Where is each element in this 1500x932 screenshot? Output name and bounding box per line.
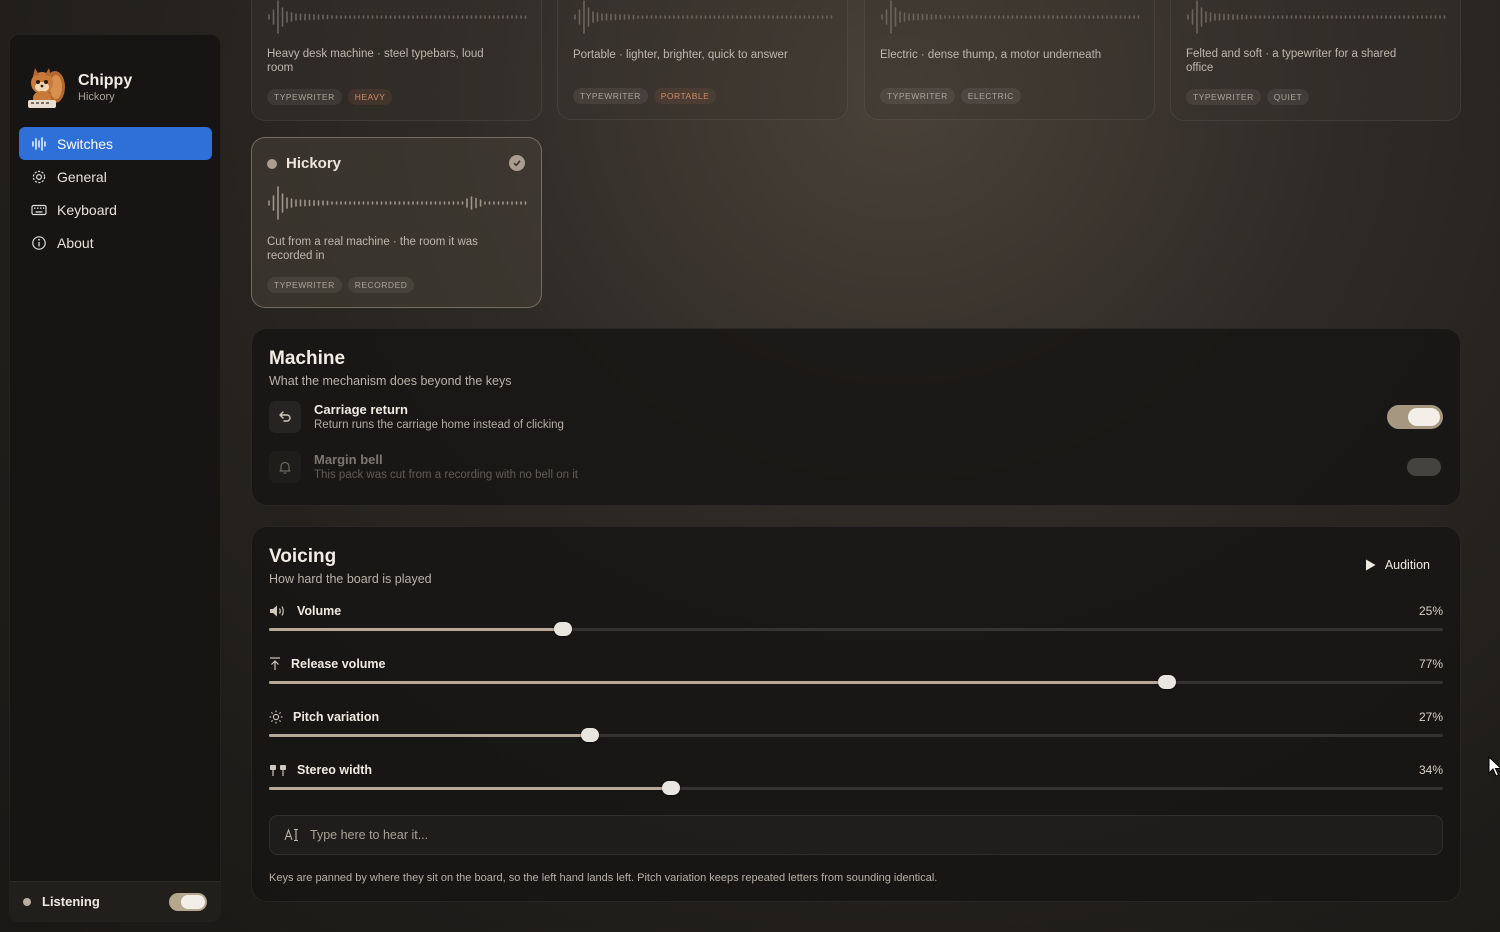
- option-title: Carriage return: [314, 402, 408, 417]
- sidebar-item-label: About: [57, 234, 94, 251]
- slider-label: Volume: [297, 604, 342, 618]
- section-subtitle: What the mechanism does beyond the keys: [269, 374, 512, 388]
- voicing-footnote: Keys are panned by where they sit on the…: [269, 872, 938, 884]
- gear-icon: [32, 170, 46, 183]
- volume-slider[interactable]: [269, 622, 1443, 636]
- pack-tag: HEAVY: [347, 89, 393, 105]
- app-name: Chippy: [78, 72, 133, 89]
- margin-bell-option: Margin bell This pack was cut from a rec…: [269, 450, 1443, 484]
- pack-color-dot: [267, 158, 277, 169]
- machine-panel: Machine What the mechanism does beyond t…: [251, 328, 1461, 506]
- carriage-return-option: Carriage return Return runs the carriage…: [269, 400, 1443, 434]
- slider-label: Stereo width: [297, 763, 373, 777]
- release-volume-slider-row: Release volume 77%: [269, 657, 1443, 697]
- audition-button[interactable]: Audition: [1365, 558, 1430, 572]
- sidebar-item-label: General: [57, 168, 107, 185]
- audition-label: Audition: [1384, 558, 1430, 572]
- brand: Chippy Hickory: [26, 67, 132, 109]
- type-test-field[interactable]: [269, 815, 1443, 855]
- pack-tag: TYPEWRITER: [573, 88, 648, 104]
- text-cursor-icon: [284, 828, 298, 842]
- waveform-preview: [574, 0, 833, 34]
- margin-bell-toggle[interactable]: [1405, 455, 1443, 479]
- type-test-input[interactable]: [310, 828, 1310, 842]
- bell-icon: [269, 451, 301, 483]
- pack-name: Hickory: [286, 155, 342, 172]
- pack-tag: TYPEWRITER: [267, 277, 342, 293]
- pack-description: Felted and soft · a typewriter for a sha…: [1186, 48, 1397, 74]
- pack-tag: PORTABLE: [653, 88, 717, 104]
- return-arrow-icon: [269, 401, 301, 433]
- pack-card[interactable]: Heavy desk machine · steel typebars, lou…: [251, 0, 542, 121]
- arrow-up-to-line-icon: [270, 657, 280, 670]
- option-description: Return runs the carriage home instead of…: [314, 419, 564, 431]
- waveform-preview: [881, 0, 1140, 34]
- pack-card[interactable]: Felted and soft · a typewriter for a sha…: [1170, 0, 1461, 121]
- current-pack-name: Hickory: [78, 91, 115, 103]
- keyboard-icon: [31, 204, 47, 215]
- pack-description: Portable · lighter, brighter, quick to a…: [573, 49, 788, 61]
- section-title: Voicing: [269, 546, 337, 567]
- sidebar-nav: Switches General Keyboard About: [19, 127, 212, 259]
- pack-description: Cut from a real machine · the room it wa…: [267, 236, 478, 262]
- sidebar-item-label: Switches: [57, 135, 114, 152]
- sidebar-item-label: Keyboard: [57, 201, 117, 218]
- pack-tag: RECORDED: [347, 277, 415, 293]
- pack-description: Heavy desk machine · steel typebars, lou…: [267, 48, 484, 74]
- pitch-variation-slider-row: Pitch variation 27%: [269, 710, 1443, 750]
- pack-description: Electric · dense thump, a motor undernea…: [880, 49, 1102, 61]
- stereo-width-slider-row: Stereo width 34%: [269, 763, 1443, 803]
- slider-value: 77%: [1418, 657, 1443, 671]
- listening-bar: Listening: [10, 881, 220, 921]
- sidebar: Chippy Hickory Switches General Keyboard…: [9, 34, 221, 922]
- pack-tag: TYPEWRITER: [880, 88, 955, 104]
- slider-label: Release volume: [291, 657, 386, 671]
- release-volume-slider[interactable]: [269, 675, 1443, 689]
- waveform-preview: [268, 0, 527, 34]
- listening-label: Listening: [42, 894, 100, 909]
- pack-card-hickory[interactable]: Hickory Cut from a real machine · the ro…: [251, 137, 542, 308]
- pack-tag: TYPEWRITER: [1186, 89, 1261, 105]
- listening-toggle[interactable]: [169, 892, 207, 911]
- info-icon: [32, 235, 46, 250]
- stereo-width-slider[interactable]: [269, 781, 1443, 795]
- play-icon: [1365, 559, 1376, 571]
- option-description: This pack was cut from a recording with …: [314, 469, 578, 481]
- pack-card[interactable]: Portable · lighter, brighter, quick to a…: [557, 0, 848, 120]
- slider-thumb[interactable]: [1158, 675, 1177, 689]
- pack-tag: QUIET: [1266, 89, 1310, 105]
- slider-value: 34%: [1418, 763, 1443, 777]
- slider-value: 25%: [1418, 604, 1443, 618]
- sun-icon: [269, 710, 283, 724]
- carriage-return-toggle[interactable]: [1387, 405, 1443, 429]
- pack-card[interactable]: Electric · dense thump, a motor undernea…: [864, 0, 1155, 120]
- waveform-icon: [32, 136, 46, 151]
- pitch-variation-slider[interactable]: [269, 728, 1443, 742]
- listening-status-dot: [23, 897, 31, 906]
- sidebar-item-general[interactable]: General: [19, 160, 212, 193]
- sidebar-item-about[interactable]: About: [19, 226, 212, 259]
- waveform-preview: [1187, 0, 1446, 34]
- selected-check-icon: [509, 155, 525, 171]
- sidebar-item-switches[interactable]: Switches: [19, 127, 212, 160]
- option-title: Margin bell: [314, 452, 383, 467]
- section-title: Machine: [269, 348, 346, 369]
- pack-tag: ELECTRIC: [960, 88, 1021, 104]
- slider-thumb[interactable]: [553, 622, 572, 636]
- section-subtitle: How hard the board is played: [269, 572, 432, 586]
- slider-label: Pitch variation: [293, 710, 380, 724]
- waveform-preview: [268, 186, 527, 220]
- voicing-panel: Voicing How hard the board is played Aud…: [251, 526, 1461, 902]
- pack-tag: TYPEWRITER: [267, 89, 342, 105]
- app-logo: [26, 67, 66, 109]
- slider-thumb[interactable]: [580, 728, 599, 742]
- slider-value: 27%: [1418, 710, 1443, 724]
- mouse-cursor-icon: [1488, 756, 1500, 777]
- slider-thumb[interactable]: [661, 781, 680, 795]
- stereo-speakers-icon: [270, 765, 286, 776]
- volume-slider-row: Volume 25%: [269, 604, 1443, 644]
- speaker-icon: [270, 605, 284, 617]
- sidebar-item-keyboard[interactable]: Keyboard: [19, 193, 212, 226]
